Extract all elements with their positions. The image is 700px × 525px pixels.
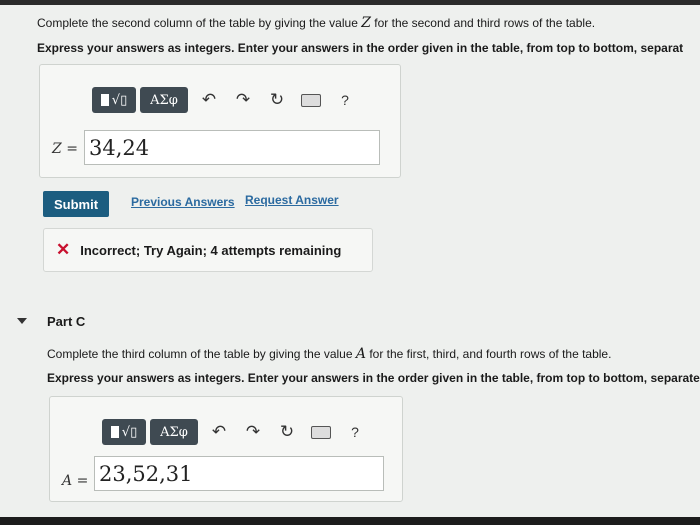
help-icon[interactable]: ? (328, 87, 362, 113)
part-b-format-instruction: Express your answers as integers. Enter … (37, 41, 684, 55)
part-b-math-toolbar: √▯ ΑΣφ ↶ ↷ ↻ ? (92, 87, 362, 113)
instruction-text-end: for the second and third rows of the tab… (370, 16, 596, 30)
instruction-variable: A (355, 346, 366, 362)
redo-icon[interactable]: ↷ (236, 419, 270, 445)
undo-icon[interactable]: ↶ (192, 87, 226, 113)
reset-icon[interactable]: ↻ (260, 87, 294, 113)
part-c-instruction: Complete the third column of the table b… (47, 346, 611, 362)
submit-button[interactable]: Submit (43, 191, 109, 217)
screen-top-edge (0, 0, 700, 5)
templates-button[interactable]: √▯ (92, 87, 136, 113)
instruction-text: Complete the third column of the table b… (47, 347, 356, 361)
equals-sign: = (66, 141, 78, 157)
equals-sign: = (76, 473, 89, 489)
feedback-message: Incorrect; Try Again; 4 attempts remaini… (80, 242, 342, 258)
redo-icon[interactable]: ↷ (226, 87, 260, 113)
help-icon[interactable]: ? (338, 419, 372, 445)
part-c-math-toolbar: √▯ ΑΣφ ↶ ↷ ↻ ? (102, 419, 372, 445)
undo-icon[interactable]: ↶ (202, 419, 236, 445)
keyboard-icon[interactable] (304, 419, 338, 445)
template-label: √▯ (121, 424, 138, 440)
template-block-icon (110, 426, 119, 438)
part-b-answer-input[interactable]: 34,24 (84, 130, 380, 165)
instruction-text: Complete the second column of the table … (37, 16, 362, 30)
part-c-answer-input[interactable]: 23,52,31 (94, 456, 384, 491)
collapse-arrow-icon[interactable] (17, 318, 27, 324)
template-block-icon (100, 94, 109, 106)
greek-symbols-button[interactable]: ΑΣφ (150, 419, 198, 445)
variable-name: Z (52, 141, 62, 157)
templates-button[interactable]: √▯ (102, 419, 146, 445)
request-answer-link[interactable]: Request Answer (245, 193, 339, 207)
part-c-title[interactable]: Part C (47, 314, 85, 329)
instruction-text-end: for the first, third, and fourth rows of… (365, 347, 612, 361)
greek-symbols-button[interactable]: ΑΣφ (140, 87, 188, 113)
variable-name: A (62, 473, 73, 489)
part-b-instruction: Complete the second column of the table … (37, 15, 595, 31)
previous-answers-link[interactable]: Previous Answers (131, 195, 235, 209)
instruction-variable: Z (361, 15, 371, 31)
part-c-variable-label: A = (62, 473, 88, 489)
keyboard-icon[interactable] (294, 87, 328, 113)
screen-bottom-edge (0, 517, 700, 525)
part-c-format-instruction: Express your answers as integers. Enter … (47, 371, 700, 385)
incorrect-x-icon: ✕ (56, 240, 71, 259)
part-b-variable-label: Z = (52, 141, 78, 157)
template-label: √▯ (111, 92, 128, 108)
reset-icon[interactable]: ↻ (270, 419, 304, 445)
feedback-box: ✕ Incorrect; Try Again; 4 attempts remai… (43, 228, 373, 272)
